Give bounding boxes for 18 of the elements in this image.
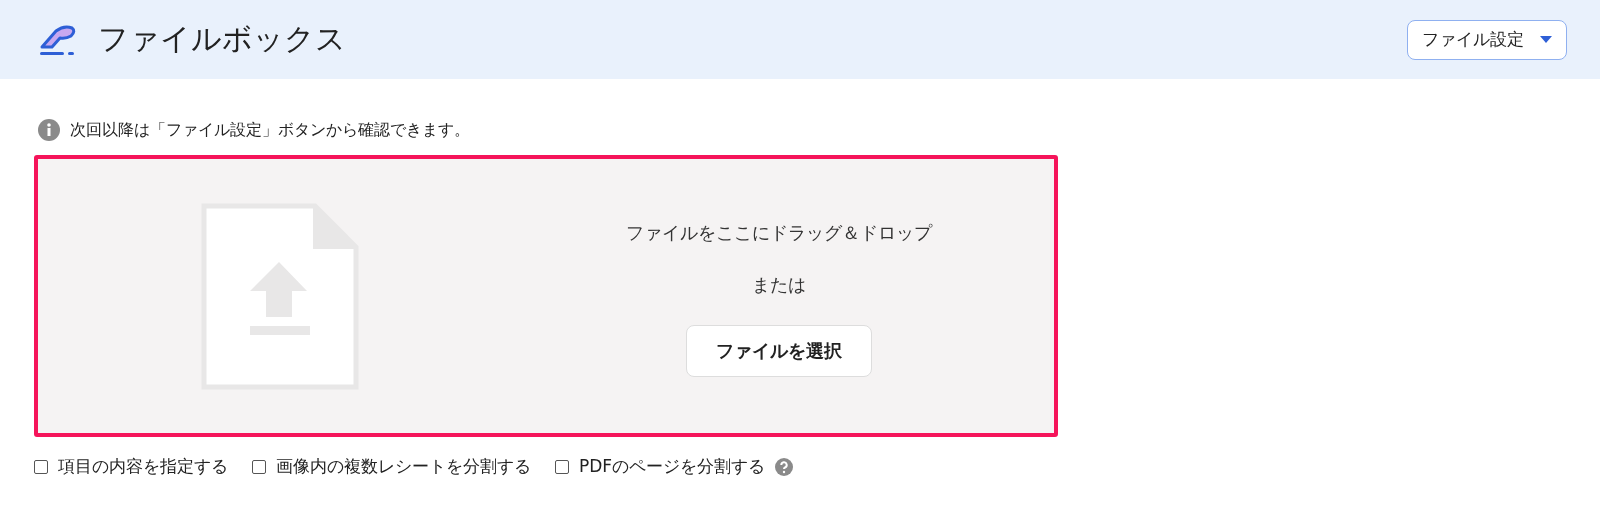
help-icon[interactable] [775,457,794,476]
checkbox[interactable] [34,459,48,474]
file-upload-icon [201,202,359,390]
file-settings-dropdown[interactable]: ファイル設定 [1407,19,1567,60]
checkbox-label[interactable]: 画像内の複数レシートを分割する [276,455,531,478]
checkbox-label[interactable]: 項目の内容を指定する [58,455,228,478]
checkbox[interactable] [555,459,569,474]
caret-icon [1540,36,1552,43]
drop-instruction: ファイルをここにドラッグ＆ドロップ [626,221,932,245]
checkbox[interactable] [252,459,266,474]
choose-file-button[interactable]: ファイルを選択 [686,325,872,377]
checkbox-label[interactable]: PDFのページを分割する [579,455,766,478]
logo-icon [38,22,78,57]
drop-zone[interactable]: ファイルをここにドラッグ＆ドロップ または ファイルを選択 [34,155,1058,437]
info-icon [38,119,60,141]
page-title: ファイルボックス [98,20,347,58]
info-text: 次回以降は「ファイル設定」ボタンから確認できます。 [70,119,470,141]
or-text: または [752,273,806,297]
